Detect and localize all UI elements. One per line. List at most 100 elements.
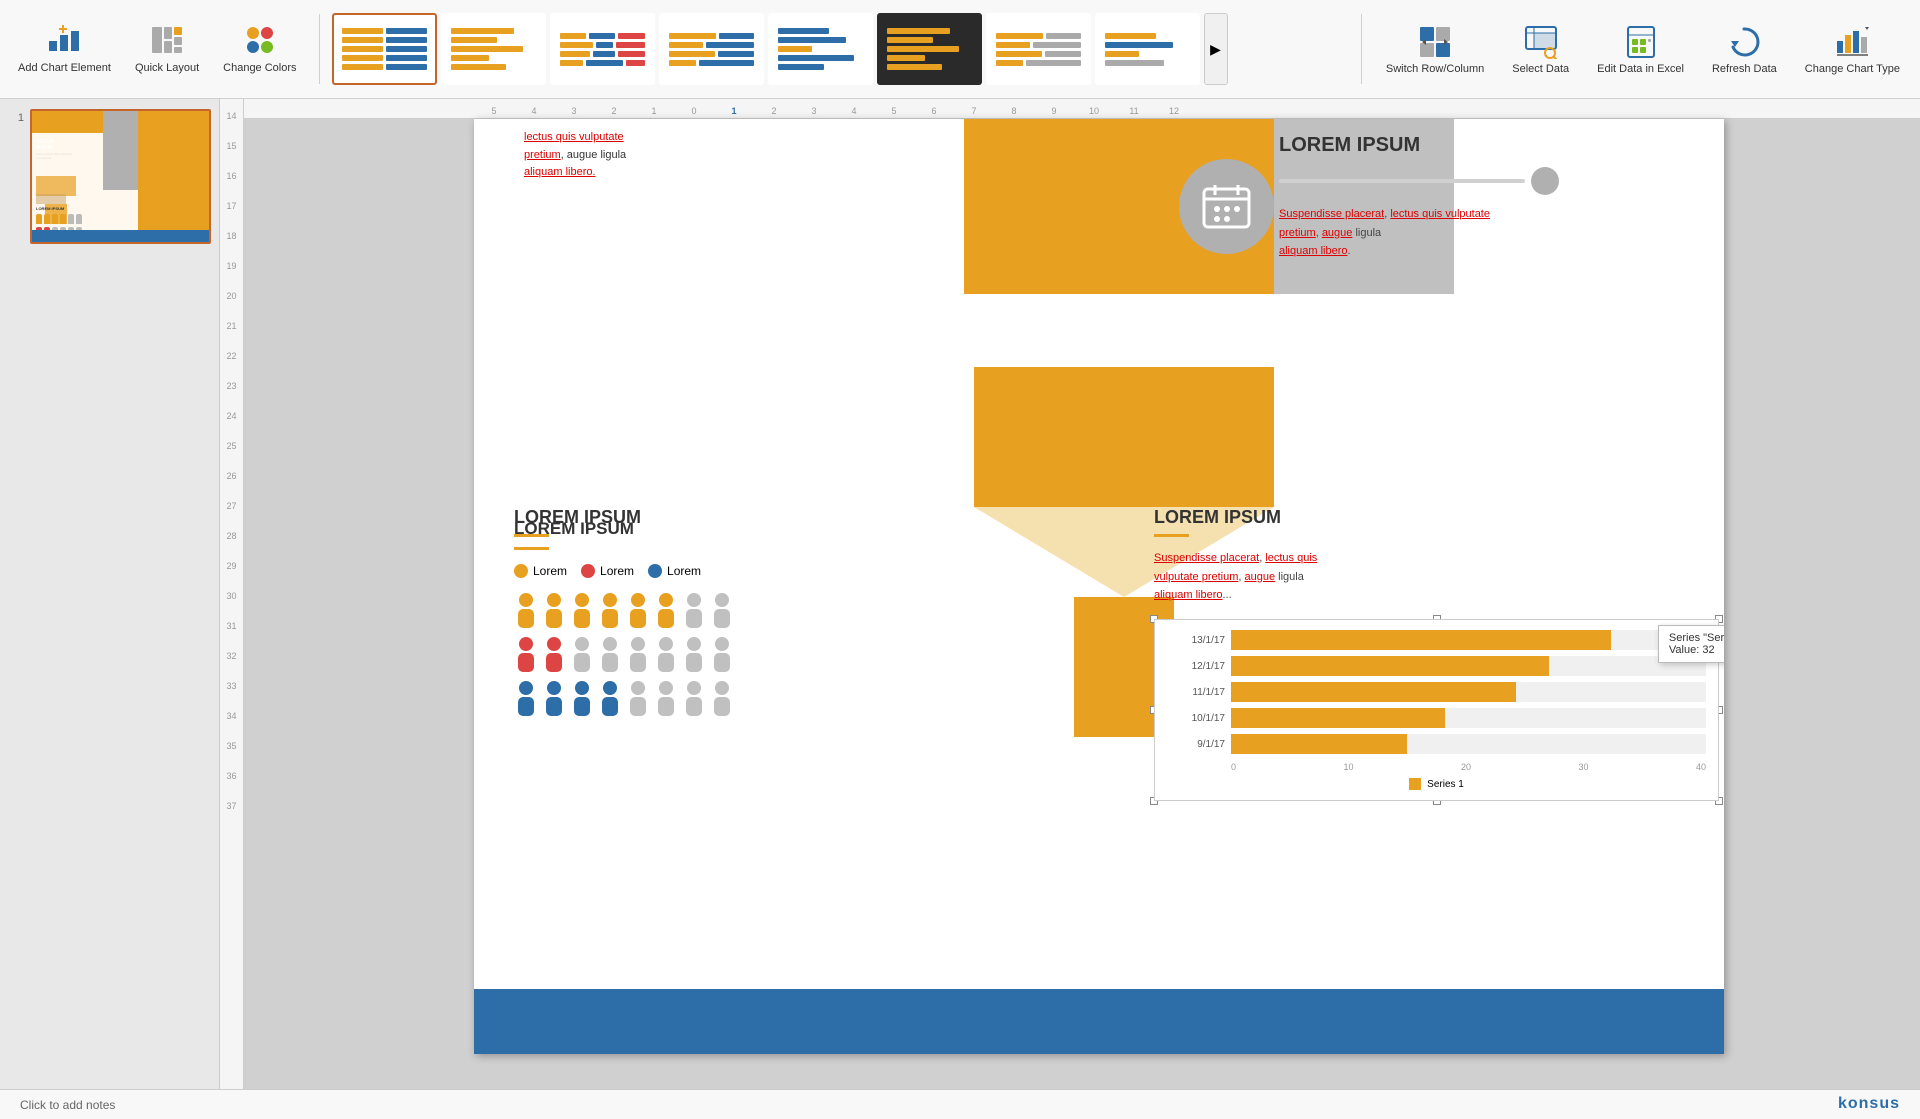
title-slider <box>1279 167 1559 195</box>
person-icon <box>514 592 538 628</box>
refresh-data-button[interactable]: Refresh Data <box>1700 18 1789 81</box>
top-text: lectus quis vulputate pretium, augue lig… <box>524 129 626 182</box>
person-icon <box>570 636 594 672</box>
add-chart-element-label: Add Chart Element <box>18 62 111 75</box>
chart-row-3: 11/1/17 <box>1167 682 1706 702</box>
person-icon <box>626 636 650 672</box>
refresh-data-label: Refresh Data <box>1712 63 1777 75</box>
bar-chart: 13/1/17 12/1/17 <box>1154 619 1719 801</box>
chart-thumb-3[interactable] <box>550 13 655 85</box>
people-grid <box>514 592 834 716</box>
chart-thumbnails-container: ▶ <box>332 13 1349 85</box>
x-label-30: 30 <box>1578 762 1588 772</box>
chart-bar-5 <box>1231 734 1407 754</box>
person-icon <box>542 636 566 672</box>
notes-text[interactable]: Click to add notes <box>20 1098 115 1112</box>
separator-2 <box>1361 14 1362 84</box>
change-colors-button[interactable]: Change Colors <box>213 16 306 81</box>
ruler-left: 14 15 16 17 18 19 20 21 22 23 24 25 26 2… <box>220 99 244 1089</box>
chart-row-5: 9/1/17 <box>1167 734 1706 754</box>
person-icon <box>514 636 538 672</box>
chart-bar-2 <box>1231 656 1549 676</box>
legend-item-3: Lorem <box>648 564 701 578</box>
left-title-underline <box>514 547 549 550</box>
person-icon <box>710 592 734 628</box>
chart-bar-bg-3 <box>1231 682 1706 702</box>
chart-thumb-8[interactable] <box>1095 13 1200 85</box>
person-icon <box>598 680 622 716</box>
chart-label-2: 12/1/17 <box>1167 661 1225 672</box>
people-row-2 <box>514 636 834 672</box>
add-chart-element-icon <box>46 22 82 58</box>
legend-label-2: Lorem <box>600 564 634 578</box>
person-icon <box>710 636 734 672</box>
scroll-thumbnails-button[interactable]: ▶ <box>1204 13 1228 85</box>
people-row-1 <box>514 592 834 628</box>
person-icon <box>682 680 706 716</box>
switch-row-column-button[interactable]: Switch Row/Column <box>1374 18 1496 81</box>
select-data-icon <box>1523 24 1559 60</box>
quick-layout-icon <box>149 22 185 58</box>
chart-bar-3 <box>1231 682 1516 702</box>
separator-1 <box>319 14 320 84</box>
slide-thumbnail-item: 1 LOREM IPSUM Lorem ipsum dolor sit amet… <box>8 109 211 244</box>
calendar-icon-circle <box>1179 159 1274 254</box>
chart-bar-bg-2 <box>1231 656 1706 676</box>
add-chart-element-button[interactable]: Add Chart Element <box>8 16 121 81</box>
chart-bar-1 <box>1231 630 1611 650</box>
left-title-bar <box>514 534 549 537</box>
chart-bar-bg-1 <box>1231 630 1706 650</box>
change-colors-label: Change Colors <box>223 62 296 75</box>
person-icon <box>710 680 734 716</box>
chart-legend-bottom: Series 1 <box>1167 778 1706 790</box>
blue-bottom-bar <box>474 989 1724 1054</box>
left-content-section: LOREM IPSUM Lorem Lorem <box>514 519 834 724</box>
change-chart-type-icon <box>1834 24 1870 60</box>
slide-preview[interactable]: LOREM IPSUM Lorem ipsum dolor sit amet c… <box>30 109 211 244</box>
person-icon <box>570 592 594 628</box>
slider-track <box>1279 179 1525 183</box>
legend-item-1: Lorem <box>514 564 567 578</box>
konsus-brand: konsus <box>1838 1095 1900 1113</box>
quick-layout-button[interactable]: Quick Layout <box>125 16 209 81</box>
tooltip-line1: Series "Series 1" Point "13/1/17" <box>1669 632 1724 644</box>
person-icon <box>682 592 706 628</box>
chart-label-5: 9/1/17 <box>1167 739 1225 750</box>
slide-title: LOREM IPSUM <box>1279 134 1559 157</box>
chart-thumb-4[interactable] <box>659 13 764 85</box>
tooltip-line2: Value: 32 <box>1669 644 1724 656</box>
chart-wrapper: 13/1/17 12/1/17 <box>1154 619 1719 801</box>
person-icon <box>626 680 650 716</box>
legend-item-2: Lorem <box>581 564 634 578</box>
notes-bar: Click to add notes <box>0 1089 1920 1119</box>
chart-label-1: 13/1/17 <box>1167 635 1225 646</box>
chart-thumb-5[interactable] <box>768 13 873 85</box>
legend-dot-1 <box>514 564 528 578</box>
chart-x-axis: 0 10 20 30 40 <box>1167 762 1706 772</box>
chart-thumb-7[interactable] <box>986 13 1091 85</box>
change-colors-icon <box>242 22 278 58</box>
top-text-line2: pretium <box>524 149 561 161</box>
x-label-40: 40 <box>1696 762 1706 772</box>
change-chart-type-label: Change Chart Type <box>1805 63 1900 75</box>
chart-bar-bg-5 <box>1231 734 1706 754</box>
chart-toolbar: Add Chart Element Quick Layout Cha <box>0 0 1920 99</box>
edit-data-button[interactable]: Edit Data in Excel <box>1585 18 1696 81</box>
slider-thumb <box>1531 167 1559 195</box>
select-data-button[interactable]: Select Data <box>1500 18 1581 81</box>
person-icon <box>654 636 678 672</box>
legend-dot-3 <box>648 564 662 578</box>
x-label-20: 20 <box>1461 762 1471 772</box>
change-chart-type-button[interactable]: Change Chart Type <box>1793 18 1912 81</box>
chart-legend: Lorem Lorem Lorem <box>514 564 834 578</box>
chart-series-label: Series 1 <box>1427 779 1464 790</box>
person-icon <box>542 680 566 716</box>
chart-label-4: 10/1/17 <box>1167 713 1225 724</box>
top-text-rest: , augue ligula <box>561 149 626 161</box>
chart-thumb-1[interactable] <box>332 13 437 85</box>
chart-label-3: 11/1/17 <box>1167 687 1225 698</box>
chart-tooltip: Series "Series 1" Point "13/1/17" Value:… <box>1658 625 1724 663</box>
chart-thumb-2[interactable] <box>441 13 546 85</box>
chart-thumb-6[interactable] <box>877 13 982 85</box>
right-toolbar: Switch Row/Column Select Data <box>1374 18 1912 81</box>
